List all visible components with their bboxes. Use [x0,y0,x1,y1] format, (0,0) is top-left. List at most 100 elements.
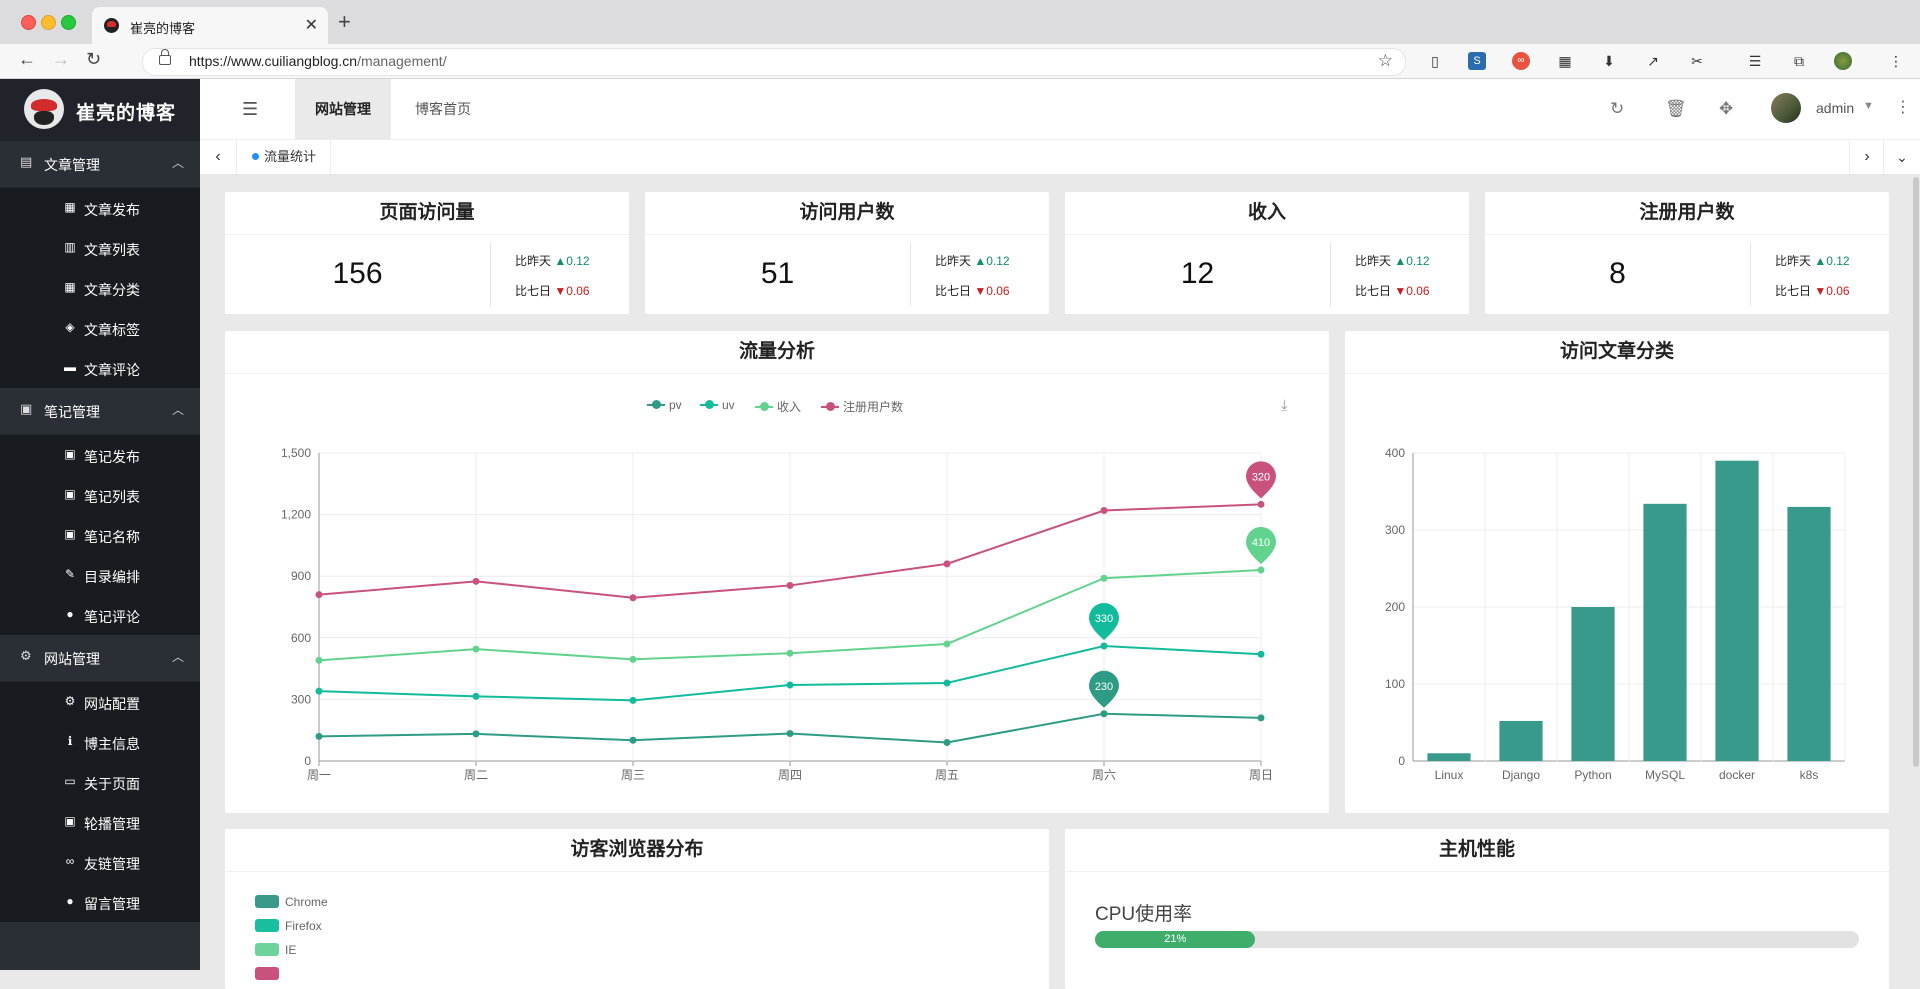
tab-site-management[interactable]: 网站管理 [295,79,391,139]
sidebar-item-site-config[interactable]: ⚙ 网站配置 [0,682,200,722]
scrollbar-thumb[interactable] [1913,177,1919,767]
collapse-menu-icon[interactable]: ☰ [242,99,258,120]
compare-label: 比昨天 [1775,254,1812,268]
sidebar-logo[interactable]: 崔亮的博客 [0,79,200,141]
chevron-down-icon[interactable]: ⌄ [1883,140,1920,174]
url-text[interactable]: https://www.cuiliangblog.cn/management/ [189,53,447,69]
maximize-window-button[interactable] [61,15,76,30]
data-point [1257,714,1265,722]
x-tick-label: 周六 [1092,768,1116,782]
trash-icon[interactable]: 🗑 [1665,99,1687,119]
down-arrow-icon: ▼ [974,284,987,298]
x-tick-label: Python [1574,768,1611,782]
scissors-icon[interactable]: ✂ [1688,52,1706,70]
scroll-right-icon[interactable]: › [1849,140,1884,174]
y-tick-label: 1,500 [281,446,311,460]
stat-week-compare: 比七日 ▼0.06 [515,282,590,299]
caret-down-icon[interactable]: ▼ [1863,100,1874,112]
stat-value: 8 [1609,257,1626,290]
url-bar[interactable]: https://www.cuiliangblog.cn/management/ … [142,48,1406,76]
x-tick-label: 周四 [778,768,802,782]
extension-chart-icon[interactable]: ↗ [1644,52,1662,70]
tab-traffic-stats[interactable]: 流量统计 [236,140,332,174]
sidebar-item-article-list[interactable]: ▥ 文章列表 [0,228,200,268]
url-path: /management/ [357,53,447,69]
minimize-window-button[interactable] [41,15,56,30]
close-window-button[interactable] [21,15,36,30]
data-point [629,594,637,602]
gear-icon: ⚙ [64,694,76,708]
traffic-chart-card: 流量分析 pv uv 收入 注册用户数 ⤓ 0 300 600 900 1,200 1,5… [225,331,1329,813]
refresh-icon[interactable]: ↻ [1610,99,1624,119]
sidebar-item-note-comments[interactable]: ● 笔记评论 [0,595,200,635]
max-marker-label: 330 [1095,613,1113,625]
page-scrollbar[interactable] [1912,177,1920,767]
browser-legend-chrome[interactable]: Chrome [255,895,328,909]
new-tab-button[interactable]: + [338,9,351,35]
avatar[interactable] [1771,93,1801,123]
sidebar-item-friend-links[interactable]: ∞ 友链管理 [0,842,200,882]
data-point [786,681,794,689]
sidebar-item-messages[interactable]: ● 留言管理 [0,882,200,922]
browser-distribution-card: 访客浏览器分布 Chrome Firefox IE [225,829,1049,989]
sidebar-item-label: 目录编排 [84,569,140,585]
extension-infinity-icon[interactable]: ∞ [1512,52,1530,70]
sidebar-item-blogger-info[interactable]: ℹ 博主信息 [0,722,200,762]
tab-blog-home[interactable]: 博客首页 [395,79,491,139]
download-icon[interactable]: ⬇ [1600,52,1618,70]
stat-card-pv: 页面访问量 156 比昨天 ▲0.12 比七日 ▼0.06 [225,192,629,314]
sidebar-item-article-tags[interactable]: ◈ 文章标签 [0,308,200,348]
site-favicon-icon [104,18,119,33]
extension-grid-icon[interactable]: ▦ [1556,52,1574,70]
stat-title: 访问用户数 [645,192,1049,235]
scroll-left-icon[interactable]: ‹ [200,140,237,174]
host-performance-card: 主机性能 CPU使用率 21% [1065,829,1889,989]
legend-label: IE [285,943,297,957]
sidebar-item-note-list[interactable]: ▣ 笔记列表 [0,475,200,515]
logo-icon [24,89,64,129]
data-point [786,729,794,737]
sidebar-item-article-category[interactable]: ▦ 文章分类 [0,268,200,308]
bookmark-icon[interactable]: ▯ [1426,52,1444,70]
browser-menu-icon[interactable]: ⋮ [1887,52,1905,70]
sidebar-item-carousel[interactable]: ▣ 轮播管理 [0,802,200,842]
sidebar-group-notes[interactable]: ▣ 笔记管理 ︿ [0,388,200,435]
reload-icon[interactable]: ↻ [86,49,101,70]
favorites-list-icon[interactable]: ☰ [1746,52,1764,70]
sidebar-item-label: 笔记评论 [84,609,140,625]
sidebar-group-label: 文章管理 [44,157,100,173]
forward-arrow-icon[interactable]: → [52,49,70,70]
browser-legend-firefox[interactable]: Firefox [255,919,322,933]
favorite-star-icon[interactable]: ☆ [1378,51,1393,71]
extension-s-icon[interactable]: S [1468,52,1486,70]
collections-icon[interactable]: ⧉ [1790,52,1808,70]
browser-tab[interactable]: 崔亮的博客 ✕ [92,7,328,44]
close-tab-icon[interactable]: ✕ [305,15,318,35]
legend-swatch [255,967,279,980]
sidebar-group-site[interactable]: ⚙ 网站管理 ︿ [0,635,200,682]
max-marker-label: 410 [1252,537,1270,549]
profile-avatar-icon[interactable] [1834,52,1852,70]
data-point [786,581,794,589]
y-tick-label: 200 [1385,600,1405,614]
sidebar-group-articles[interactable]: ▤ 文章管理 ︿ [0,141,200,188]
sidebar-item-note-names[interactable]: ▣ 笔记名称 [0,515,200,555]
legend-swatch [255,943,279,956]
more-vertical-icon[interactable]: ⋮ [1895,97,1911,117]
move-icon[interactable]: ✥ [1719,99,1733,119]
data-point [1100,506,1108,514]
sidebar-item-toc-arrange[interactable]: ✎ 目录编排 [0,555,200,595]
sidebar-item-label: 文章列表 [84,242,140,258]
username[interactable]: admin [1816,100,1854,116]
stat-day-compare: 比昨天 ▲0.12 [935,252,1010,269]
sidebar-item-about-page[interactable]: ▭ 关于页面 [0,762,200,802]
browser-legend-ie[interactable]: IE [255,943,296,957]
y-tick-label: 300 [291,692,311,706]
sidebar-item-article-publish[interactable]: ▦ 文章发布 [0,188,200,228]
sidebar-item-article-comments[interactable]: ▬ 文章评论 [0,348,200,388]
back-arrow-icon[interactable]: ← [18,49,36,70]
sidebar-item-label: 关于页面 [84,776,140,792]
sidebar-item-note-publish[interactable]: ▣ 笔记发布 [0,435,200,475]
max-marker-label: 230 [1095,681,1113,693]
x-tick-label: 周一 [307,768,331,782]
